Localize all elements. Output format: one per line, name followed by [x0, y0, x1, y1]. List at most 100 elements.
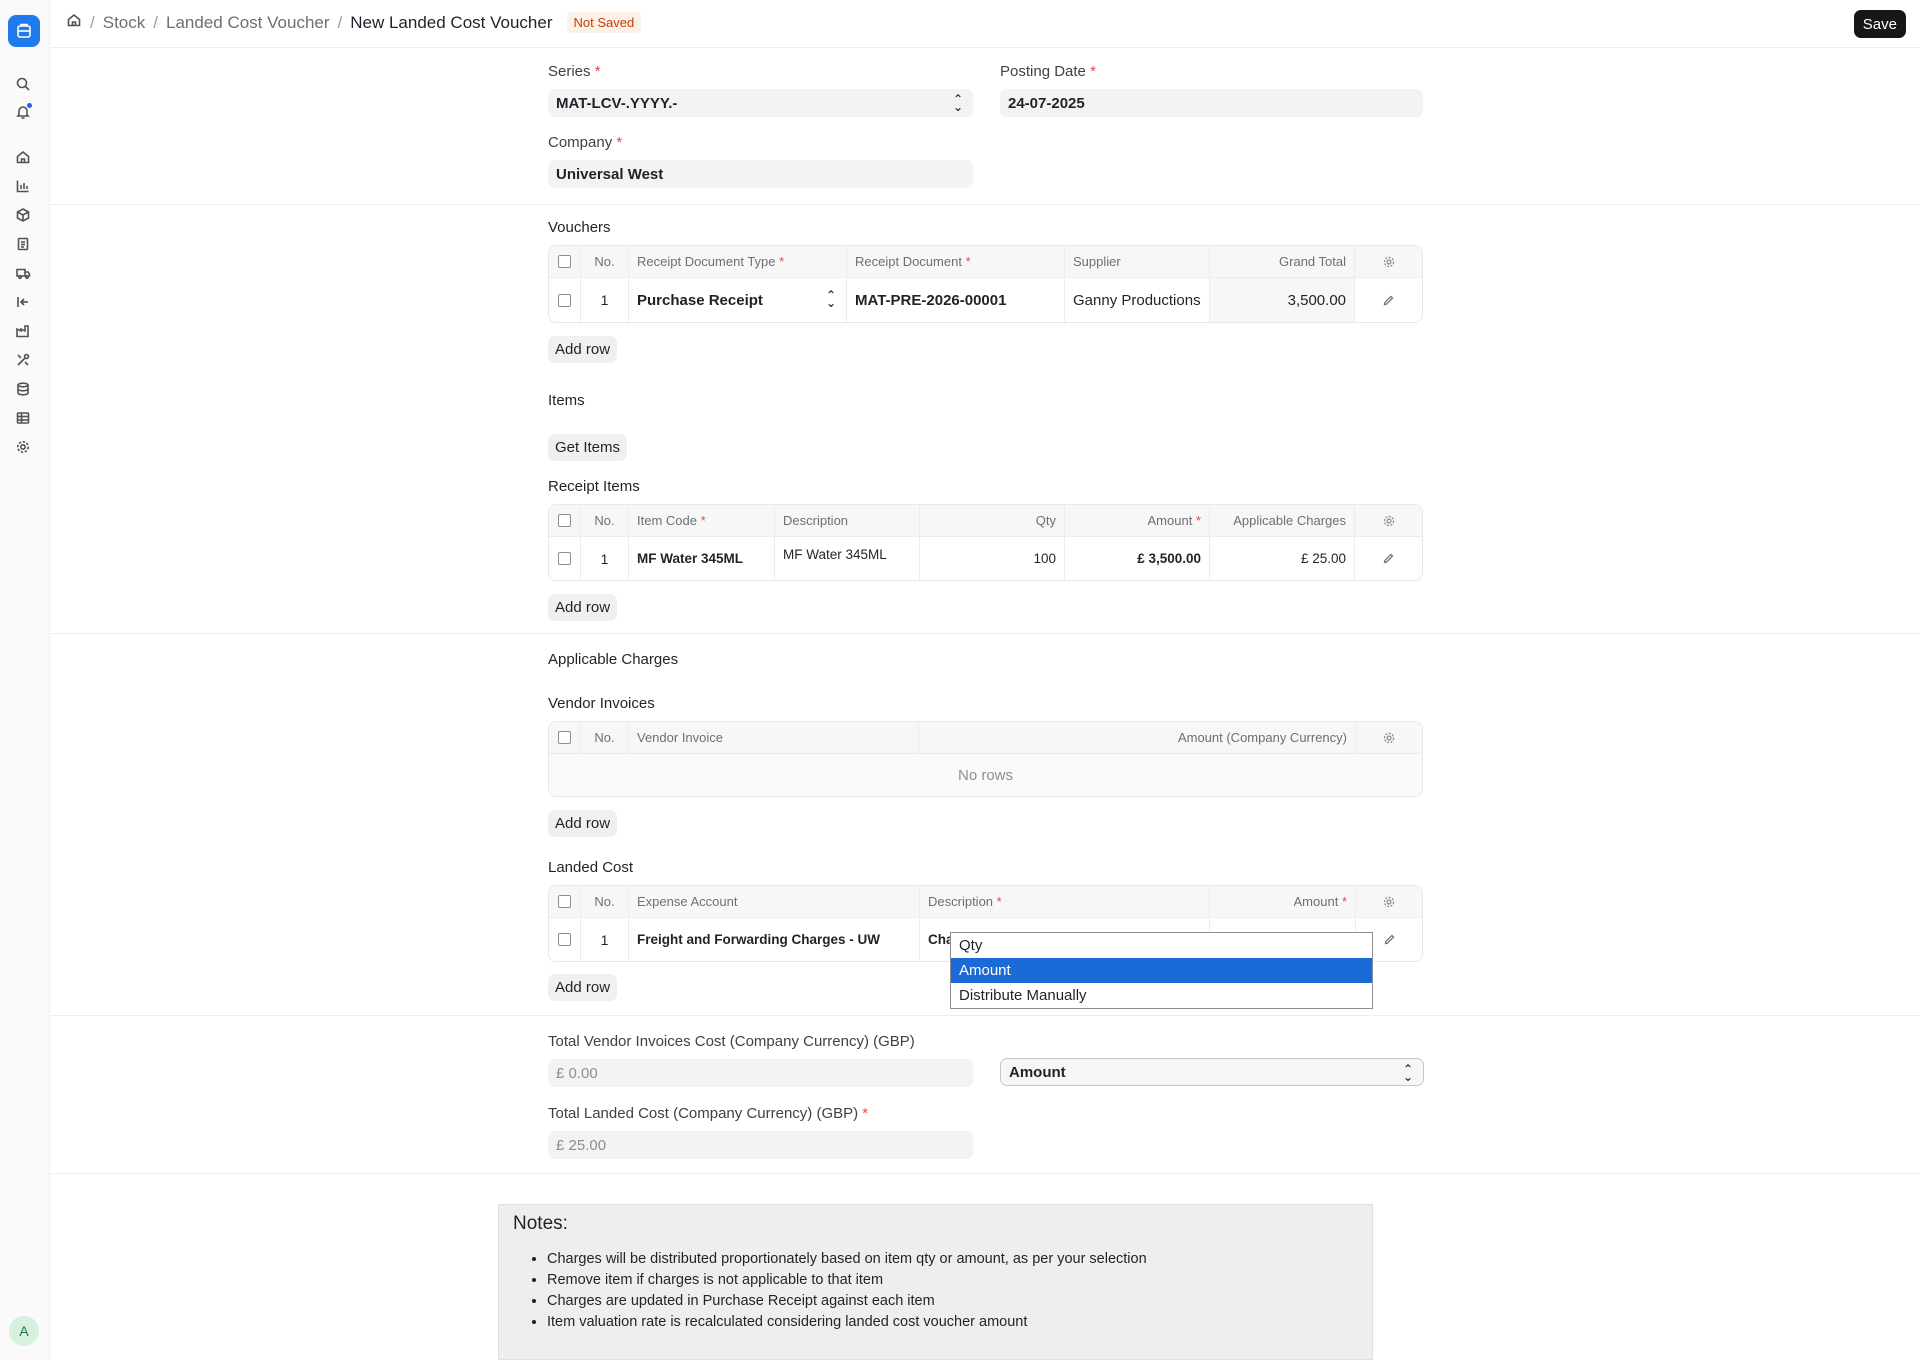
vouchers-add-row-button[interactable]: Add row [548, 336, 618, 363]
chart-icon[interactable] [14, 177, 32, 195]
page-title: New Landed Cost Voucher [350, 12, 553, 32]
column-header: No. [581, 886, 629, 917]
avatar[interactable]: A [9, 1316, 39, 1346]
list-item: Charges are updated in Purchase Receipt … [547, 1291, 1358, 1312]
breadcrumb-stock[interactable]: Stock [103, 13, 146, 33]
header: / Stock / Landed Cost Voucher / New Land… [50, 0, 1920, 48]
receipt-document-cell[interactable]: MAT-PRE-2026-00001 [847, 278, 1065, 322]
landed-cost-title: Landed Cost [548, 859, 634, 876]
truck-icon[interactable] [14, 264, 32, 282]
distribute-charges-select[interactable]: Amount ⌃ ⌄ [1000, 1058, 1424, 1086]
settings-gear-icon[interactable] [1356, 886, 1422, 917]
settings-gear-icon[interactable] [1355, 505, 1422, 536]
factory-icon[interactable] [14, 322, 32, 340]
edit-pencil-icon[interactable] [1355, 537, 1422, 580]
row-checkbox[interactable] [549, 918, 581, 961]
total-landed-cost-input: £ 25.00 [548, 1131, 973, 1159]
vouchers-title: Vouchers [548, 219, 611, 236]
row-number: 1 [581, 918, 629, 961]
landed-cost-add-row-button[interactable]: Add row [548, 974, 618, 1001]
table-icon[interactable] [14, 409, 32, 427]
tools-icon[interactable] [14, 351, 32, 369]
section-divider [50, 204, 1920, 205]
column-header: Description [775, 505, 920, 536]
receipt-document-type-select[interactable]: Purchase Receipt ⌃ ⌄ [629, 278, 847, 322]
home-icon[interactable] [66, 12, 82, 33]
column-header: Item Code * [629, 505, 775, 536]
column-header: Receipt Document Type * [629, 246, 847, 277]
gear-icon[interactable] [14, 438, 32, 456]
document-icon[interactable] [14, 235, 32, 253]
option-amount[interactable]: Amount [951, 958, 1372, 983]
vendor-invoices-title: Vendor Invoices [548, 695, 655, 712]
bell-icon[interactable] [14, 103, 32, 121]
series-label: Series * [548, 63, 601, 80]
breadcrumb-separator: / [153, 12, 158, 32]
qty-cell[interactable]: 100 [920, 537, 1065, 580]
table-header: No. Expense Account Description * Amount… [549, 886, 1422, 918]
column-header: Expense Account [629, 886, 920, 917]
column-header: No. [581, 246, 629, 277]
home-icon[interactable] [14, 148, 32, 166]
grand-total-cell: 3,500.00 [1210, 278, 1355, 322]
cube-icon[interactable] [14, 206, 32, 224]
items-add-row-button[interactable]: Add row [548, 594, 618, 621]
item-code-cell[interactable]: MF Water 345ML [629, 537, 775, 580]
select-all-checkbox[interactable] [549, 722, 581, 753]
column-header: Description * [920, 886, 1210, 917]
table-row[interactable]: 1 MF Water 345ML MF Water 345ML 100 £ 3,… [549, 537, 1422, 580]
option-qty[interactable]: Qty [951, 933, 1372, 958]
table-row[interactable]: 1 Purchase Receipt ⌃ ⌄ MAT-PRE-2026-00001… [549, 278, 1422, 322]
items-title: Items [548, 392, 585, 409]
row-number: 1 [581, 278, 629, 322]
amount-cell[interactable]: £ 3,500.00 [1065, 537, 1210, 580]
option-distribute-manually[interactable]: Distribute Manually [951, 983, 1372, 1008]
column-header: Amount * [1210, 886, 1356, 917]
search-icon[interactable] [14, 75, 32, 93]
applicable-charges-title: Applicable Charges [548, 651, 679, 668]
row-checkbox[interactable] [549, 537, 581, 580]
select-all-checkbox[interactable] [549, 246, 581, 277]
distribute-charges-options: Qty Amount Distribute Manually [950, 932, 1373, 1009]
table-header: No. Vendor Invoice Amount (Company Curre… [549, 722, 1422, 754]
chevron-updown-icon: ⌃ ⌄ [952, 92, 963, 114]
expense-account-cell[interactable]: Freight and Forwarding Charges - UW [629, 918, 920, 961]
table-header: No. Receipt Document Type * Receipt Docu… [549, 246, 1422, 278]
breadcrumb-voucher-list[interactable]: Landed Cost Voucher [166, 13, 330, 33]
vendor-invoices-table: No. Vendor Invoice Amount (Company Curre… [548, 721, 1423, 797]
arrow-left-bar-icon[interactable] [14, 293, 32, 311]
column-header: No. [581, 505, 629, 536]
save-button[interactable]: Save [1853, 10, 1906, 38]
total-landed-cost-label: Total Landed Cost (Company Currency) (GB… [548, 1105, 869, 1122]
company-input[interactable]: Universal West [548, 160, 973, 188]
row-checkbox[interactable] [549, 278, 581, 322]
database-icon[interactable] [14, 380, 32, 398]
vendor-invoices-add-row-button[interactable]: Add row [548, 810, 618, 837]
posting-date-input[interactable]: 24-07-2025 [1000, 89, 1423, 117]
column-header: Supplier [1065, 246, 1210, 277]
app-logo-icon[interactable] [8, 15, 40, 47]
list-item: Remove item if charges is not applicable… [547, 1270, 1358, 1291]
edit-pencil-icon[interactable] [1355, 278, 1422, 322]
posting-date-label: Posting Date * [1000, 63, 1096, 80]
column-header: No. [581, 722, 629, 753]
section-divider [50, 1015, 1920, 1016]
series-select[interactable]: MAT-LCV-.YYYY.- ⌃ ⌄ [548, 89, 973, 117]
description-cell[interactable]: MF Water 345ML [775, 537, 920, 580]
applicable-charges-cell[interactable]: £ 25.00 [1210, 537, 1355, 580]
list-item: Charges will be distributed proportionat… [547, 1249, 1358, 1270]
select-all-checkbox[interactable] [549, 505, 581, 536]
select-all-checkbox[interactable] [549, 886, 581, 917]
status-badge: Not Saved [566, 12, 642, 33]
breadcrumb-separator: / [90, 12, 95, 32]
column-header: Applicable Charges [1210, 505, 1355, 536]
notes-list: Charges will be distributed proportionat… [513, 1249, 1358, 1333]
total-vendor-invoices-label: Total Vendor Invoices Cost (Company Curr… [548, 1033, 915, 1050]
get-items-button[interactable]: Get Items [548, 434, 628, 461]
notes-title: Notes: [513, 1213, 568, 1234]
settings-gear-icon[interactable] [1355, 246, 1422, 277]
total-vendor-invoices-input: £ 0.00 [548, 1059, 973, 1087]
section-divider [50, 633, 1920, 634]
receipt-items-title: Receipt Items [548, 478, 640, 495]
settings-gear-icon[interactable] [1356, 722, 1422, 753]
